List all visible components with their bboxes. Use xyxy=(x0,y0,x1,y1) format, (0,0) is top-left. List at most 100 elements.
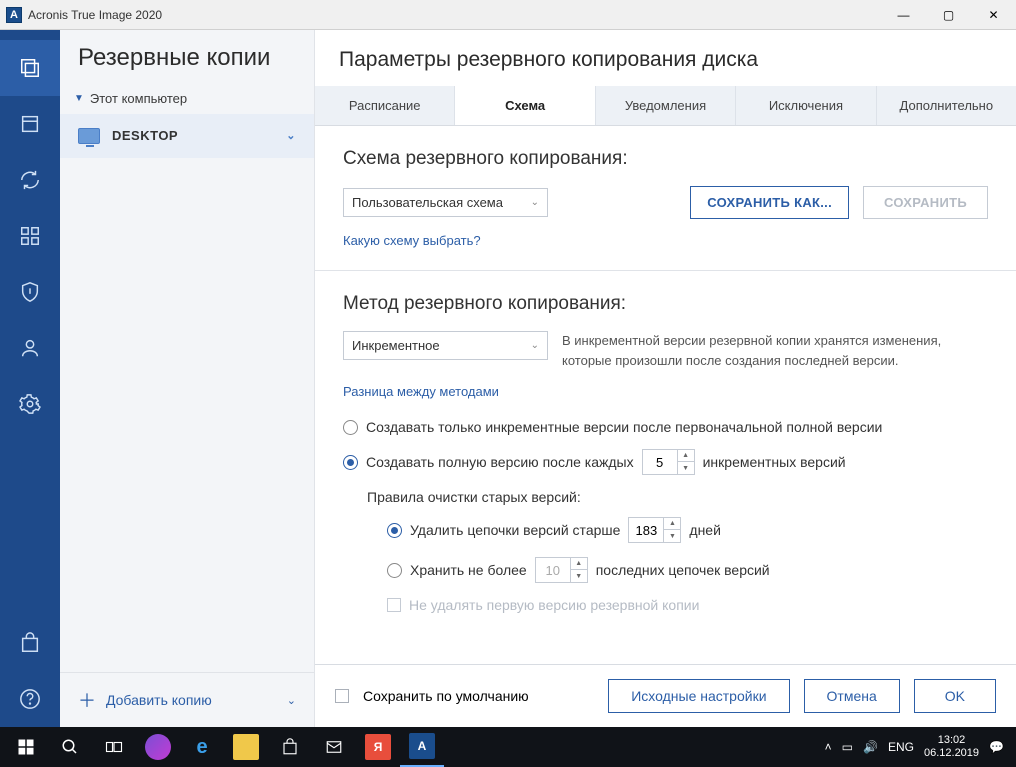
method-description: В инкрементной версии резервной копии хр… xyxy=(562,331,942,370)
chevron-down-icon: ⌄ xyxy=(531,340,539,351)
monitor-icon xyxy=(78,128,100,144)
nav-help[interactable] xyxy=(0,671,60,727)
scheme-title: Схема резервного копирования: xyxy=(343,148,988,170)
spinner-input[interactable] xyxy=(643,450,677,474)
spinner-up[interactable]: ▲ xyxy=(571,558,587,570)
rule-keep-last[interactable]: Хранить не более ▲▼ последних цепочек ве… xyxy=(387,557,988,583)
tree-item-desktop[interactable]: DESKTOP ⌄ xyxy=(60,114,314,158)
spinner-input[interactable] xyxy=(536,558,570,582)
nav-backup[interactable] xyxy=(0,40,60,96)
scheme-help-link[interactable]: Какую схему выбрать? xyxy=(343,233,988,248)
method-diff-link[interactable]: Разница между методами xyxy=(343,384,988,399)
start-button[interactable] xyxy=(4,727,48,767)
taskbar-app-ybrowser[interactable]: Я xyxy=(356,727,400,767)
nav-rail xyxy=(0,30,60,727)
chevron-down-icon: ▼ xyxy=(74,93,84,104)
save-button: СОХРАНИТЬ xyxy=(863,186,988,219)
nav-protection[interactable] xyxy=(0,264,60,320)
spinner-down[interactable]: ▼ xyxy=(678,462,694,474)
tab-notifications[interactable]: Уведомления xyxy=(595,86,735,125)
add-backup-button[interactable]: ＋ Добавить копию ⌄ xyxy=(60,672,314,727)
ok-button[interactable]: OK xyxy=(914,679,996,713)
reset-button[interactable]: Исходные настройки xyxy=(608,679,789,713)
nav-store[interactable] xyxy=(0,615,60,671)
save-as-button[interactable]: СОХРАНИТЬ КАК... xyxy=(690,186,849,219)
taskbar-app-explorer[interactable] xyxy=(224,727,268,767)
scheme-select[interactable]: Пользовательская схема⌄ xyxy=(343,188,548,217)
tab-scheme[interactable]: Схема xyxy=(454,86,594,125)
older-than-spinner[interactable]: ▲▼ xyxy=(628,517,681,543)
app-icon: A xyxy=(6,7,22,23)
rule-label: Хранить не более xyxy=(410,562,527,578)
spinner-up[interactable]: ▲ xyxy=(678,450,694,462)
radio-icon xyxy=(387,523,402,538)
taskbar-app-store[interactable] xyxy=(268,727,312,767)
page-title: Параметры резервного копирования диска xyxy=(315,30,1016,86)
spinner-up[interactable]: ▲ xyxy=(664,518,680,530)
chevron-down-icon: ⌄ xyxy=(287,694,296,707)
clock-date: 06.12.2019 xyxy=(924,747,979,760)
cancel-button[interactable]: Отмена xyxy=(804,679,900,713)
volume-icon[interactable]: 🔊 xyxy=(863,740,878,754)
taskbar: e Я A ˄ ▭ 🔊 ENG 13:02 06.12.2019 💬 xyxy=(0,727,1016,767)
checkbox-label: Не удалять первую версию резервной копии xyxy=(409,597,699,613)
tab-advanced[interactable]: Дополнительно xyxy=(876,86,1016,125)
tab-exclusions[interactable]: Исключения xyxy=(735,86,875,125)
radio-label: Создавать полную версию после каждых xyxy=(366,454,634,470)
system-tray[interactable]: ˄ ▭ 🔊 ENG 13:02 06.12.2019 💬 xyxy=(825,734,1012,760)
keep-last-spinner[interactable]: ▲▼ xyxy=(535,557,588,583)
tree-item-label: DESKTOP xyxy=(112,128,178,143)
chevron-down-icon: ⌄ xyxy=(286,129,296,142)
spinner-down[interactable]: ▼ xyxy=(664,530,680,542)
method-select[interactable]: Инкрементное ⌄ xyxy=(343,331,548,360)
nav-archive[interactable] xyxy=(0,96,60,152)
save-default-label: Сохранить по умолчанию xyxy=(363,688,529,704)
tab-schedule[interactable]: Расписание xyxy=(315,86,454,125)
taskbar-clock[interactable]: 13:02 06.12.2019 xyxy=(924,734,979,760)
radio-label: Создавать только инкрементные версии пос… xyxy=(366,419,882,435)
taskbar-app-mail[interactable] xyxy=(312,727,356,767)
action-center-icon[interactable]: 💬 xyxy=(989,740,1004,754)
clock-time: 13:02 xyxy=(924,734,979,747)
cleanup-rules-label: Правила очистки старых версий: xyxy=(367,489,988,505)
minimize-button[interactable]: ― xyxy=(881,0,926,30)
method-select-value: Инкрементное xyxy=(352,338,440,353)
nav-sync[interactable] xyxy=(0,152,60,208)
nav-dashboard[interactable] xyxy=(0,208,60,264)
spinner-down[interactable]: ▼ xyxy=(571,570,587,582)
tabbar: Расписание Схема Уведомления Исключения … xyxy=(315,86,1016,126)
radio-full-after-n[interactable]: Создавать полную версию после каждых ▲▼ … xyxy=(343,449,988,475)
sidebar: Резервные копии ▼ Этот компьютер DESKTOP … xyxy=(60,30,315,727)
radio-icon xyxy=(343,420,358,435)
chevron-down-icon: ⌄ xyxy=(531,197,539,208)
tree-root-label: Этот компьютер xyxy=(90,91,187,106)
keep-first-checkbox: Не удалять первую версию резервной копии xyxy=(387,597,988,613)
tray-overflow-icon[interactable]: ˄ xyxy=(825,740,832,754)
taskbar-app-acronis[interactable]: A xyxy=(400,727,444,767)
network-icon[interactable]: ▭ xyxy=(842,740,853,754)
plus-icon: ＋ xyxy=(78,687,96,713)
full-after-spinner[interactable]: ▲▼ xyxy=(642,449,695,475)
titlebar: A Acronis True Image 2020 ― ▢ ✕ xyxy=(0,0,1016,30)
nav-settings[interactable] xyxy=(0,376,60,432)
search-button[interactable] xyxy=(48,727,92,767)
language-indicator[interactable]: ENG xyxy=(888,740,914,754)
nav-account[interactable] xyxy=(0,320,60,376)
maximize-button[interactable]: ▢ xyxy=(926,0,971,30)
sidebar-heading: Резервные копии xyxy=(60,30,314,83)
spinner-input[interactable] xyxy=(629,518,663,542)
radio-incremental-only[interactable]: Создавать только инкрементные версии пос… xyxy=(343,419,988,435)
window-title: Acronis True Image 2020 xyxy=(28,8,881,22)
close-button[interactable]: ✕ xyxy=(971,0,1016,30)
taskview-button[interactable] xyxy=(92,727,136,767)
dialog-footer: Сохранить по умолчанию Исходные настройк… xyxy=(315,664,1016,727)
taskbar-app-edge[interactable]: e xyxy=(180,727,224,767)
rule-delete-older[interactable]: Удалить цепочки версий старше ▲▼ дней xyxy=(387,517,988,543)
main-panel: Параметры резервного копирования диска Р… xyxy=(315,30,1016,727)
rule-label-suffix: последних цепочек версий xyxy=(596,562,770,578)
rule-label-suffix: дней xyxy=(689,522,721,538)
save-default-checkbox[interactable] xyxy=(335,689,349,703)
tree-root[interactable]: ▼ Этот компьютер xyxy=(60,83,314,114)
taskbar-app-yandex[interactable] xyxy=(136,727,180,767)
checkbox-icon xyxy=(387,598,401,612)
